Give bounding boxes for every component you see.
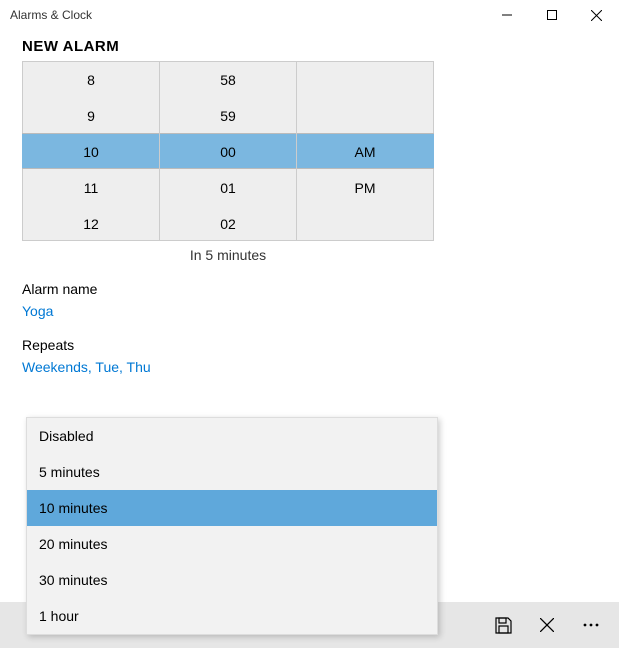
hour-option[interactable]: 11	[23, 170, 159, 206]
ampm-option	[297, 98, 433, 134]
alarm-name-value[interactable]: Yoga	[22, 303, 597, 319]
hour-option[interactable]: 10	[23, 134, 159, 170]
hour-picker[interactable]: 8 9 10 11 12	[23, 62, 160, 240]
repeats-value[interactable]: Weekends, Tue, Thu	[22, 359, 597, 375]
snooze-option[interactable]: 10 minutes	[27, 490, 437, 526]
close-window-button[interactable]	[574, 0, 619, 30]
more-button[interactable]	[569, 602, 613, 648]
snooze-option[interactable]: 20 minutes	[27, 526, 437, 562]
app-title: Alarms & Clock	[10, 8, 92, 22]
more-icon	[583, 623, 599, 627]
snooze-dropdown[interactable]: Disabled 5 minutes 10 minutes 20 minutes…	[26, 417, 438, 635]
snooze-option[interactable]: 1 hour	[27, 598, 437, 634]
save-button[interactable]	[481, 602, 525, 648]
hour-option[interactable]: 9	[23, 98, 159, 134]
close-icon	[540, 618, 554, 632]
snooze-option[interactable]: 30 minutes	[27, 562, 437, 598]
ampm-option	[297, 206, 433, 242]
titlebar: Alarms & Clock	[0, 0, 619, 30]
alarm-name-label: Alarm name	[22, 281, 597, 297]
snooze-option[interactable]: 5 minutes	[27, 454, 437, 490]
maximize-button[interactable]	[529, 0, 574, 30]
cancel-button[interactable]	[525, 602, 569, 648]
minute-option[interactable]: 59	[160, 98, 296, 134]
ampm-option[interactable]: AM	[297, 134, 433, 170]
main-content: NEW ALARM 8 9 10 11 12 58 59 00 01 02	[0, 30, 619, 375]
time-picker[interactable]: 8 9 10 11 12 58 59 00 01 02	[22, 61, 434, 241]
minute-option[interactable]: 01	[160, 170, 296, 206]
ampm-option[interactable]: PM	[297, 170, 433, 206]
ampm-picker[interactable]: AM PM	[297, 62, 433, 240]
minute-option[interactable]: 58	[160, 62, 296, 98]
save-icon	[495, 617, 512, 634]
hour-option[interactable]: 12	[23, 206, 159, 242]
time-helper-text: In 5 minutes	[22, 247, 434, 263]
repeats-label: Repeats	[22, 337, 597, 353]
snooze-option[interactable]: Disabled	[27, 418, 437, 454]
hour-option[interactable]: 8	[23, 62, 159, 98]
page-title: NEW ALARM	[22, 38, 597, 55]
ampm-option	[297, 62, 433, 98]
minute-option[interactable]: 00	[160, 134, 296, 170]
minute-option[interactable]: 02	[160, 206, 296, 242]
minute-picker[interactable]: 58 59 00 01 02	[160, 62, 297, 240]
minimize-button[interactable]	[484, 0, 529, 30]
